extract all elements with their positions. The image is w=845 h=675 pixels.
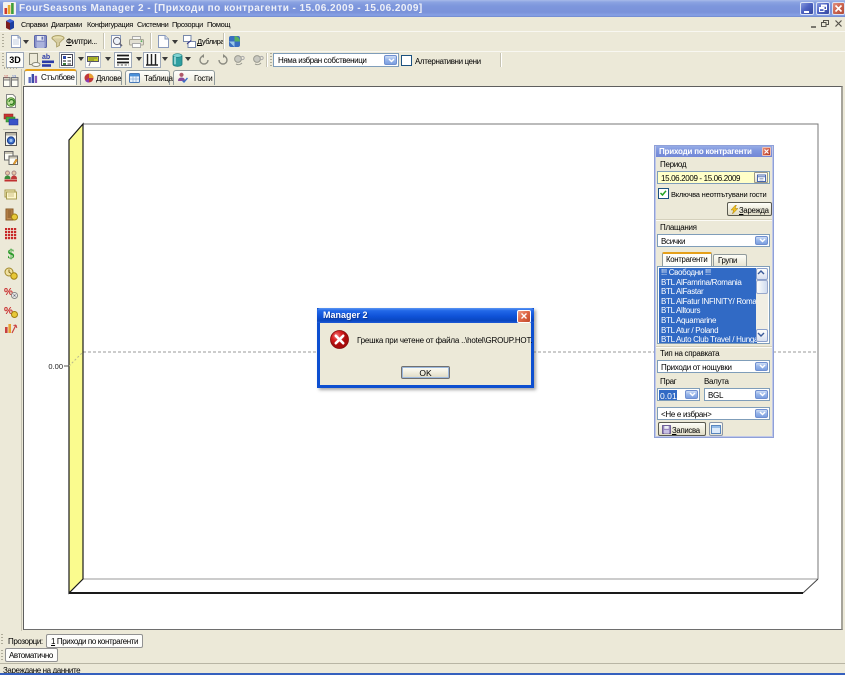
svg-text:0.00: 0.00 xyxy=(48,362,63,371)
svg-text:ab: ab xyxy=(42,54,50,61)
svg-text:$: $ xyxy=(8,248,15,261)
svg-text:12: 12 xyxy=(4,75,8,78)
svg-text:13: 13 xyxy=(12,75,16,78)
